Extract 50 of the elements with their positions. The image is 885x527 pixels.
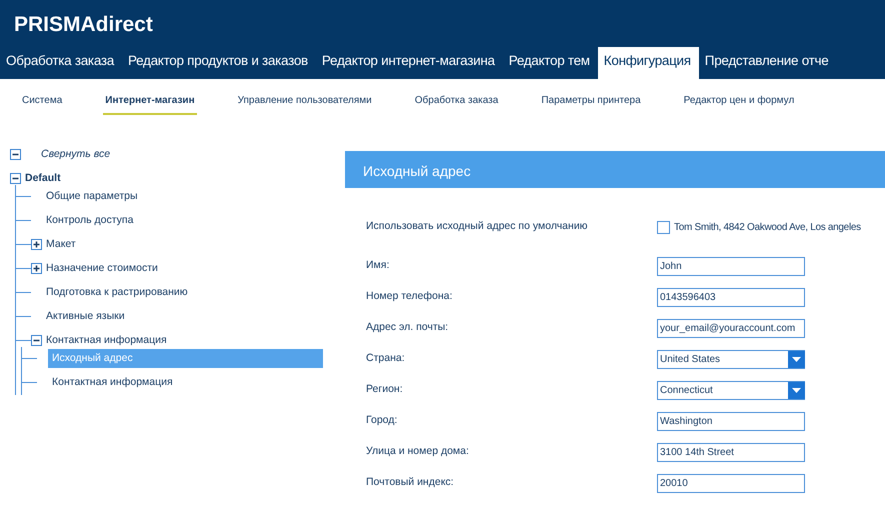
dropdown[interactable]: United States (657, 350, 805, 368)
sub-tab[interactable]: Обработка заказа (412, 92, 500, 114)
input-field[interactable]: your_email@youraccount.com (657, 318, 805, 338)
input-field[interactable]: 0143596403 (657, 288, 805, 306)
input-field[interactable]: Washington (657, 412, 805, 430)
plus-icon[interactable] (31, 239, 42, 250)
checkbox-label: Tom Smith, 4842 Oakwood Ave, Los angeles (674, 220, 861, 234)
caret-icon (788, 350, 805, 368)
field-label: Имя: (366, 258, 390, 274)
field-label: Улица и номер дома: (366, 444, 470, 460)
field-label: Номер телефона: (366, 289, 454, 304)
field-label: Город: (366, 413, 398, 428)
tree-item[interactable]: Default (21, 168, 65, 188)
checkbox[interactable] (657, 220, 670, 234)
input-field[interactable]: 3100 14th Street (657, 442, 805, 462)
dropdown[interactable]: Connecticut (657, 380, 805, 400)
tree-item[interactable]: Подготовка к растрированию (42, 282, 192, 302)
tree-item[interactable]: Общие параметры (42, 186, 142, 206)
minus-icon[interactable] (31, 335, 42, 346)
minus-icon[interactable] (10, 173, 21, 184)
nav-tab[interactable]: Редактор продуктов и заказов (122, 46, 316, 78)
tree-item[interactable]: Макет (42, 234, 80, 254)
collapse-all-link[interactable]: Свернуть все (37, 144, 114, 164)
caret-icon (788, 382, 805, 398)
plus-icon[interactable] (31, 263, 42, 274)
field-label: Регион: (366, 382, 404, 398)
panel-title: Исходный адрес (345, 150, 885, 188)
tree-item[interactable]: Активные языки (42, 306, 129, 326)
sub-tab[interactable]: Редактор цен и формул (682, 92, 796, 114)
app-title: PRISMAdirect (13, 12, 154, 38)
minus-icon[interactable] (10, 149, 21, 160)
sub-tab[interactable]: Параметры принтера (539, 92, 643, 114)
nav-tab[interactable]: Конфигурация (598, 46, 699, 78)
nav-tab[interactable]: Редактор интернет-магазина (316, 46, 503, 78)
tree-item[interactable]: Контроль доступа (42, 210, 138, 230)
nav-tab[interactable]: Обработка заказа (0, 46, 122, 78)
sub-tab[interactable]: Управление пользователями (236, 92, 374, 114)
input-field[interactable]: John (657, 256, 805, 276)
nav-tab[interactable]: Представление отче (698, 46, 836, 78)
field-label: Использовать исходный адрес по умолчанию (366, 219, 589, 234)
field-label: Страна: (366, 351, 406, 366)
tree-item[interactable]: Контактная информация (42, 330, 171, 350)
input-field[interactable]: 20010 (657, 474, 805, 492)
field-label: Почтовый индекс: (366, 475, 455, 490)
nav-tab[interactable]: Редактор тем (502, 46, 598, 78)
sub-tab[interactable]: Система (20, 92, 64, 114)
tree-item[interactable]: Назначение стоимости (42, 258, 162, 278)
tree-item[interactable]: Контактная информация (48, 372, 177, 392)
sub-tab[interactable]: Интернет-магазин (103, 92, 197, 114)
field-label: Адрес эл. почты: (366, 320, 450, 336)
